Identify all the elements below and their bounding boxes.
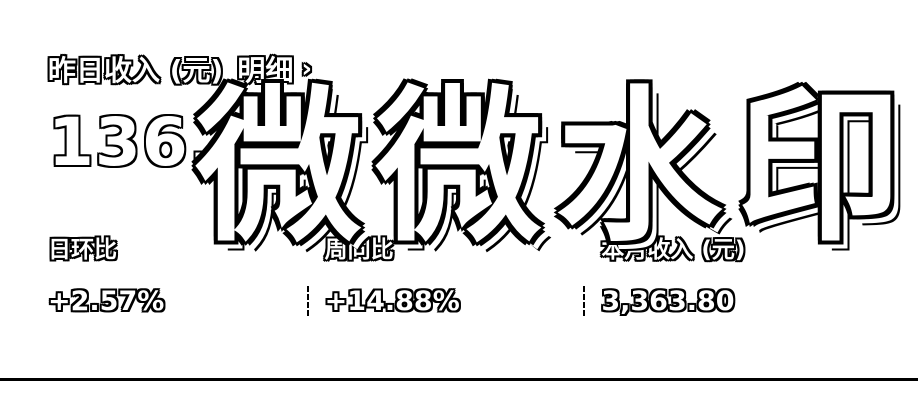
stats-row: 日环比 +2.57% 周同比 +14.88% 本月收入 (元) 3,363.80 <box>48 234 878 318</box>
stat-value: +14.88% <box>324 286 460 317</box>
stat-label: 日环比 <box>48 237 117 263</box>
stat-value: +2.57% <box>48 286 165 317</box>
divider <box>0 378 918 381</box>
detail-link[interactable]: 明细 › <box>237 49 312 89</box>
yesterday-income-amount: 136. <box>48 104 215 181</box>
watermark: 微微水印 <box>196 72 916 265</box>
card-header: 昨日收入 (元) 明细 › <box>48 48 312 90</box>
stat-value: 3,363.80 <box>601 286 735 317</box>
stat-day-over-day: 日环比 +2.57% <box>48 234 325 318</box>
chevron-right-icon: › <box>301 54 313 84</box>
stat-label: 本月收入 (元) <box>601 237 746 263</box>
card-title: 昨日收入 (元) <box>48 54 224 87</box>
income-card: 昨日收入 (元) 明细 › 136. 日环比 +2.57% 周同比 +14.88… <box>0 0 918 378</box>
detail-label: 明细 <box>237 54 294 87</box>
stat-month-income: 本月收入 (元) 3,363.80 <box>583 234 878 318</box>
stat-label: 周同比 <box>324 237 394 263</box>
stat-week-over-week: 周同比 +14.88% <box>306 234 602 318</box>
